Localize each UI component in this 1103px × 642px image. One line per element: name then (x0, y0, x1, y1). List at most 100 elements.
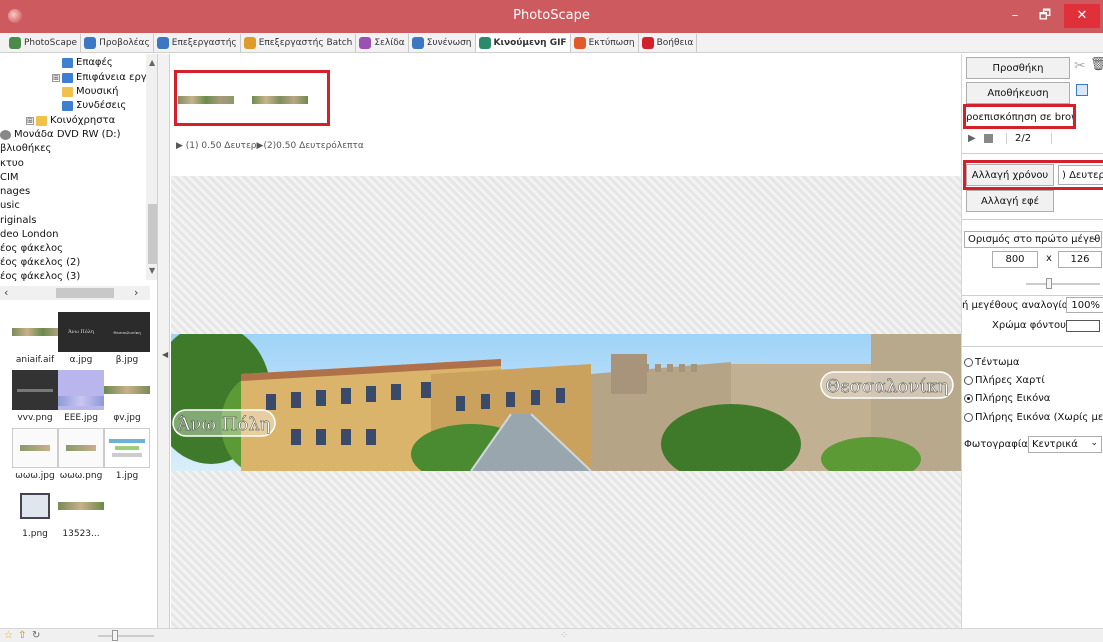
panorama-image: Άνω Πόλη Θεσσαλονίκη (171, 334, 961, 471)
scroll-thumb[interactable] (56, 288, 114, 298)
tree-item-new-folder-2[interactable]: έος φάκελος (2) (0, 257, 80, 268)
thumbnail-image (12, 486, 58, 526)
ratio-label: ή μεγέθους αναλογίας (962, 300, 1075, 311)
tab-page[interactable]: Σελίδα (356, 33, 409, 52)
tree-expander[interactable]: ⊞ (52, 74, 60, 82)
page-icon (359, 36, 372, 49)
width-input[interactable]: 800 (992, 251, 1038, 268)
collapse-arrow-icon[interactable]: ◀ (162, 350, 168, 359)
add-button[interactable]: Προσθήκη (966, 57, 1070, 79)
tree-item-new-folder-3[interactable]: έος φάκελος (3) (0, 271, 80, 282)
tree-item-video-london[interactable]: deo London (0, 229, 58, 240)
thumbnail-item[interactable]: 13523... (58, 486, 104, 539)
help-icon (641, 36, 654, 49)
thumbnail-item[interactable]: ωωω.png (58, 428, 104, 481)
tree-item-links[interactable]: Συνδέσεις (62, 100, 126, 111)
file-thumbnails: aniaif.aif Άνω Πόλη α.jpg Θεσσαλονίκη β.… (0, 300, 156, 626)
stop-icon[interactable] (984, 134, 993, 143)
ratio-input[interactable]: 100% (1066, 297, 1103, 313)
tree-item-shared[interactable]: Κοινόχρηστα (36, 115, 115, 126)
folder-tree: Επαφές ⊞ Επιφάνεια εργασία Μουσική Συνδέ… (0, 54, 161, 286)
thumbnail-item[interactable]: ωωω.jpg (12, 428, 58, 481)
tab-photoscape[interactable]: PhotoScape (6, 33, 82, 52)
thumbnail-image: Άνω Πόλη (58, 312, 104, 352)
tree-item-contacts[interactable]: Επαφές (62, 57, 113, 68)
tree-horizontal-scrollbar[interactable]: ‹ › (0, 286, 150, 300)
save-button[interactable]: Αποθήκευση (966, 82, 1070, 104)
radio-full-image-no-zoom[interactable]: Πλήρης Εικόνα (Χωρίς μεγέθυ (964, 412, 1103, 423)
tab-print[interactable]: Εκτύπωση (571, 33, 639, 52)
refresh-icon[interactable]: ↻ (32, 630, 40, 641)
tree-expander[interactable]: ⊞ (26, 117, 34, 125)
close-button[interactable]: ✕ (1064, 4, 1100, 28)
play-icon[interactable]: ▶ (968, 133, 976, 144)
scroll-down-icon[interactable]: ▼ (149, 266, 155, 275)
tree-item-music2[interactable]: usic (0, 200, 20, 211)
size-slider-thumb[interactable] (1046, 278, 1052, 289)
print-icon (573, 36, 586, 49)
disc-drive-icon (0, 129, 11, 140)
photo-position-select[interactable]: Κεντρικά ⌄ (1028, 436, 1102, 453)
tree-item-images[interactable]: nages (0, 186, 30, 197)
radio-circle (964, 413, 973, 422)
thumbnail-item[interactable]: ΕΕΕ.jpg (58, 370, 104, 423)
folder-up-icon[interactable]: ⇧ (18, 630, 26, 641)
tab-viewer[interactable]: Προβολέας (81, 33, 154, 52)
chevron-down-icon: ⌄ (1090, 233, 1098, 243)
separator (962, 153, 1103, 154)
radio-circle (964, 358, 973, 367)
tab-animated-gif[interactable]: Κινούμενη GIF (475, 33, 571, 52)
title-bar: PhotoScape – 🗗 ✕ (0, 0, 1103, 33)
thumbnail-image (12, 312, 58, 352)
radio-full-image[interactable]: Πλήρης Εικόνα (964, 393, 1050, 404)
scissors-icon[interactable]: ✂ (1074, 58, 1086, 74)
pane-splitter[interactable]: ◀ (157, 54, 170, 628)
restore-button[interactable]: 🗗 (1028, 4, 1062, 28)
separator (962, 219, 1103, 220)
radio-full-paper[interactable]: Πλήρες Χαρτί (964, 375, 1045, 386)
thumbnail-item[interactable]: 1.jpg (104, 428, 150, 481)
scroll-up-icon[interactable]: ▲ (149, 58, 155, 67)
minimize-button[interactable]: – (998, 4, 1032, 28)
tree-item-libraries[interactable]: βλιοθήκες (0, 143, 51, 154)
frames-highlight-box (174, 70, 330, 126)
trash-icon[interactable]: 🗑 (1090, 57, 1103, 72)
browser-preview-highlight (963, 104, 1076, 129)
tree-item-cim[interactable]: CIM (0, 172, 19, 183)
thumbnail-item[interactable]: 1.png (12, 486, 58, 539)
tree-item-new-folder[interactable]: έος φάκελος (0, 243, 63, 254)
thumbnail-item[interactable]: aniaif.aif (12, 312, 58, 365)
save-options-icon[interactable] (1076, 84, 1088, 96)
thumbnail-size-slider[interactable] (98, 635, 154, 637)
thumbnail-item[interactable]: φv.jpg (104, 370, 150, 423)
viewer-icon (84, 36, 97, 49)
resize-grip-icon[interactable]: ⁘ (560, 630, 568, 641)
size-select[interactable]: Ορισμός στο πρώτο μέγεθο ⌄ (964, 231, 1102, 248)
scroll-left-icon[interactable]: ‹ (4, 286, 8, 299)
thumbnail-image (58, 486, 104, 526)
change-time-highlight (963, 160, 1103, 190)
change-effect-button[interactable]: Αλλαγή εφέ (966, 190, 1054, 212)
preview-banner-image: Άνω Πόλη Θεσσαλονίκη (171, 334, 961, 471)
thumbnail-image (104, 370, 150, 410)
tab-help[interactable]: Βοήθεια (639, 33, 698, 52)
tab-batch-editor[interactable]: Επεξεργαστής Batch (241, 33, 357, 52)
tree-item-music[interactable]: Μουσική (62, 86, 119, 97)
batch-editor-icon (243, 36, 256, 49)
star-icon[interactable]: ☆ (4, 630, 13, 641)
tree-item-network[interactable]: κτυο (0, 158, 24, 169)
radio-stretch[interactable]: Τέντωμα (964, 357, 1019, 368)
size-slider-track[interactable] (1026, 283, 1100, 285)
thumbnail-item[interactable]: vvv.png (12, 370, 58, 423)
tree-item-dvd-drive[interactable]: Μονάδα DVD RW (D:) (0, 129, 121, 140)
scroll-right-icon[interactable]: › (134, 286, 138, 299)
tab-combine[interactable]: Συνένωση (409, 33, 476, 52)
height-input[interactable]: 126 (1058, 251, 1102, 268)
background-color-picker[interactable] (1066, 320, 1100, 332)
tab-editor[interactable]: Επεξεργαστής (154, 33, 241, 52)
thumbnail-size-slider-thumb[interactable] (112, 630, 118, 641)
thumbnail-image: Θεσσαλονίκη (104, 312, 150, 352)
tree-item-originals[interactable]: riginals (0, 215, 36, 226)
thumbnail-item[interactable]: Άνω Πόλη α.jpg (58, 312, 104, 365)
thumbnail-item[interactable]: Θεσσαλονίκη β.jpg (104, 312, 150, 365)
